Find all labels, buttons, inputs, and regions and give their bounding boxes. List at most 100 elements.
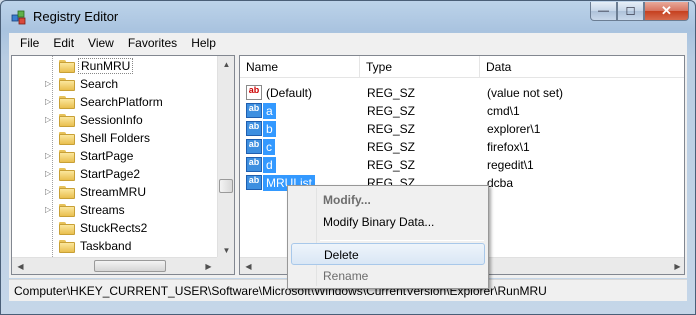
maximize-icon: ☐: [625, 5, 636, 18]
menu-file[interactable]: File: [13, 36, 46, 50]
folder-icon: [59, 77, 75, 91]
menu-help[interactable]: Help: [184, 36, 223, 50]
value-row[interactable]: ab d REG_SZ regedit\1: [240, 156, 684, 174]
registry-cubes-icon: [11, 10, 26, 25]
folder-icon: [59, 221, 75, 235]
window-title: Registry Editor: [33, 9, 119, 24]
expand-arrow-icon[interactable]: [45, 61, 52, 70]
tree-vertical-scroll-thumb[interactable]: [219, 179, 233, 193]
tree-item-label: Search: [80, 77, 119, 91]
tree-item-label: StartPage2: [80, 167, 141, 181]
scrollbar-corner: [217, 257, 234, 274]
menu-edit[interactable]: Edit: [46, 36, 81, 50]
caption-buttons: — ☐ ✕: [590, 2, 689, 21]
value-data: explorer\1: [487, 122, 541, 136]
expand-arrow-icon[interactable]: [45, 133, 52, 142]
key-tree-items: RunMRU ▷ Search ▷ SearchPlatform ▷ SessionInfo…: [12, 56, 217, 259]
folder-icon: [59, 239, 75, 253]
tree-item[interactable]: Taskband: [12, 237, 217, 255]
tree-horizontal-scrollbar[interactable]: ◀ ▶: [12, 257, 217, 274]
value-row[interactable]: ab a REG_SZ cmd\1: [240, 102, 684, 120]
string-value-icon: ab: [246, 85, 262, 100]
value-name: c: [263, 139, 275, 155]
tree-item-label: StreamMRU: [80, 185, 147, 199]
expand-arrow-icon[interactable]: ▷: [45, 79, 52, 88]
expand-arrow-icon[interactable]: ▷: [45, 151, 52, 160]
menu-favorites[interactable]: Favorites: [121, 36, 184, 50]
context-menu-rename[interactable]: Rename: [291, 265, 485, 287]
value-data: firefox\1: [487, 140, 530, 154]
column-header-name[interactable]: Name: [240, 56, 360, 78]
folder-icon: [59, 95, 75, 109]
value-type: REG_SZ: [367, 140, 416, 154]
value-row[interactable]: ab c REG_SZ firefox\1: [240, 138, 684, 156]
maximize-button[interactable]: ☐: [617, 2, 644, 21]
tree-item-label: SessionInfo: [80, 113, 143, 127]
value-name: d: [263, 157, 276, 173]
context-menu-modify-binary-data[interactable]: Modify Binary Data...: [291, 211, 485, 233]
folder-icon: [59, 203, 75, 217]
tree-item[interactable]: Shell Folders: [12, 129, 217, 147]
tree-item[interactable]: ▷ Search: [12, 75, 217, 93]
scroll-left-arrow-icon[interactable]: ◀: [240, 258, 257, 274]
scroll-left-arrow-icon[interactable]: ◀: [12, 258, 29, 274]
tree-item-label: Shell Folders: [80, 131, 151, 145]
minimize-button[interactable]: —: [590, 2, 617, 21]
value-data: dcba: [487, 176, 514, 190]
tree-vertical-scrollbar[interactable]: ▲ ▼: [217, 56, 234, 259]
expand-arrow-icon[interactable]: ▷: [45, 169, 52, 178]
folder-icon: [59, 131, 75, 145]
tree-item-label: StartPage: [80, 149, 134, 163]
expand-arrow-icon[interactable]: [45, 241, 52, 250]
expand-arrow-icon[interactable]: ▷: [45, 187, 52, 196]
value-row[interactable]: ab (Default) REG_SZ (value not set): [240, 84, 684, 102]
tree-item[interactable]: ▷ StreamMRU: [12, 183, 217, 201]
tree-item[interactable]: ▷ Streams: [12, 201, 217, 219]
string-value-icon: ab: [246, 157, 262, 172]
key-tree[interactable]: RunMRU ▷ Search ▷ SearchPlatform ▷ SessionInfo…: [11, 55, 235, 275]
folder-icon: [59, 167, 75, 181]
tree-item[interactable]: RunMRU: [12, 57, 217, 75]
value-name: (Default): [266, 86, 313, 100]
tree-item-label: Streams: [80, 203, 125, 217]
tree-item-label: Taskband: [80, 239, 132, 253]
tree-item[interactable]: ▷ StartPage: [12, 147, 217, 165]
tree-item[interactable]: ▷ SearchPlatform: [12, 93, 217, 111]
string-value-icon-text: ab: [248, 139, 260, 149]
string-value-icon-text: ab: [248, 121, 260, 131]
scroll-up-arrow-icon[interactable]: ▲: [218, 56, 234, 73]
title-bar[interactable]: Registry Editor — ☐ ✕: [1, 1, 695, 33]
tree-horizontal-scroll-thumb[interactable]: [94, 260, 166, 272]
column-header-type[interactable]: Type: [360, 56, 480, 78]
expand-arrow-icon[interactable]: ▷: [45, 97, 52, 106]
column-header-data[interactable]: Data: [480, 56, 684, 78]
tree-item-label: StuckRects2: [80, 221, 148, 235]
value-name: a: [263, 103, 276, 119]
context-menu-delete[interactable]: Delete: [291, 243, 485, 265]
value-type: REG_SZ: [367, 104, 416, 118]
tree-item-label: RunMRU: [78, 58, 134, 74]
folder-icon: [59, 59, 75, 73]
context-menu: Modify... Modify Binary Data... Delete R…: [287, 185, 489, 289]
scroll-right-arrow-icon[interactable]: ▶: [200, 258, 217, 274]
close-button[interactable]: ✕: [644, 2, 689, 21]
minimize-icon: —: [598, 5, 609, 17]
string-value-icon-text: ab: [248, 103, 260, 113]
menu-view[interactable]: View: [81, 36, 121, 50]
tree-item[interactable]: ▷ SessionInfo: [12, 111, 217, 129]
value-data: cmd\1: [487, 104, 520, 118]
string-value-icon: ab: [246, 139, 262, 154]
tree-item[interactable]: ▷ StartPage2: [12, 165, 217, 183]
string-value-icon: ab: [246, 175, 262, 190]
tree-item[interactable]: StuckRects2: [12, 219, 217, 237]
string-value-icon-text: ab: [248, 175, 260, 185]
scroll-right-arrow-icon[interactable]: ▶: [669, 258, 684, 274]
value-data: regedit\1: [487, 158, 534, 172]
expand-arrow-icon[interactable]: ▷: [45, 115, 52, 124]
context-menu-modify[interactable]: Modify...: [291, 189, 485, 211]
expand-arrow-icon[interactable]: ▷: [45, 205, 52, 214]
value-type: REG_SZ: [367, 122, 416, 136]
context-menu-separator: [320, 240, 484, 241]
expand-arrow-icon[interactable]: [45, 223, 52, 232]
value-row[interactable]: ab b REG_SZ explorer\1: [240, 120, 684, 138]
